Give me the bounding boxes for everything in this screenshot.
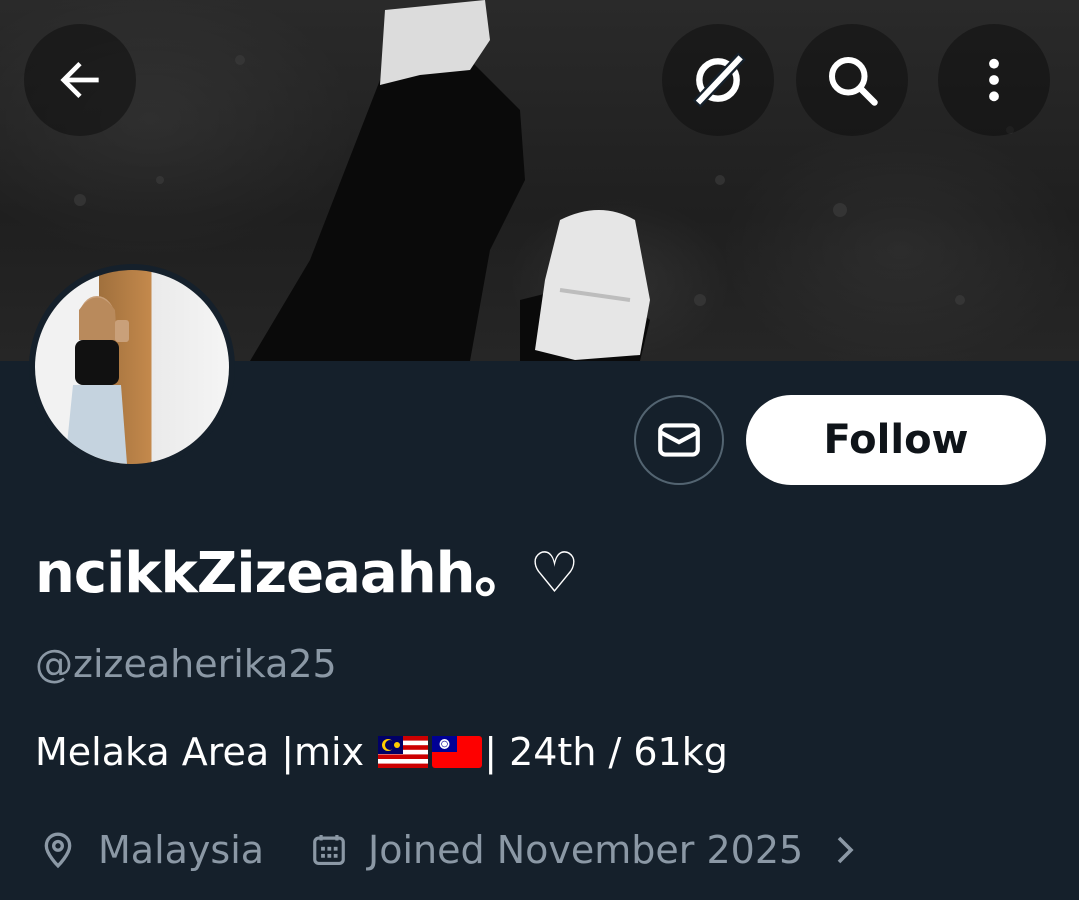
more-button[interactable] [938, 24, 1050, 136]
bio-text: Melaka Area |mix [35, 730, 377, 774]
arrow-left-icon [60, 62, 99, 98]
joined-text: Joined November 2025 [368, 828, 804, 872]
more-vertical-icon [989, 58, 999, 102]
grok-button[interactable] [662, 24, 774, 136]
taiwan-flag-icon [432, 736, 483, 768]
display-name: ncikkZizeaahh。♡ [35, 541, 580, 606]
joined-item[interactable]: Joined November 2025 [310, 828, 863, 872]
chevron-right-icon [837, 836, 854, 864]
bio: Melaka Area |mix | 24th / 61kg [35, 730, 728, 774]
avatar-photo [35, 270, 229, 464]
follow-button[interactable]: Follow [746, 395, 1046, 485]
search-icon [829, 57, 878, 106]
calendar-icon [313, 834, 345, 866]
location-text: Malaysia [98, 828, 265, 872]
user-handle: @zizeaherika25 [35, 642, 337, 686]
malaysia-flag-icon [378, 736, 429, 768]
bio-suffix: | 24th / 61kg [484, 730, 728, 774]
avatar[interactable] [29, 264, 235, 470]
envelope-icon [658, 423, 700, 457]
grok-icon [692, 52, 746, 108]
message-button[interactable] [634, 395, 724, 485]
profile-meta: Malaysia Joined November 2025 [38, 822, 863, 878]
location-item: Malaysia [38, 828, 264, 872]
search-button[interactable] [796, 24, 908, 136]
back-button[interactable] [24, 24, 136, 136]
location-pin-icon [44, 832, 72, 869]
